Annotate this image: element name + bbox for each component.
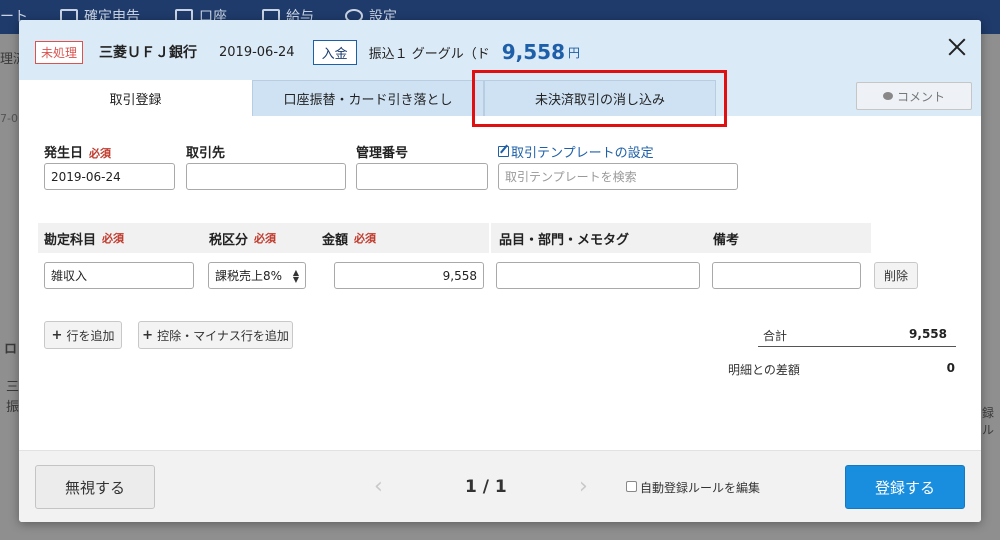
amount-input[interactable]: [334, 262, 484, 289]
page-indicator: 1 / 1: [465, 477, 507, 497]
ignore-button[interactable]: 無視する: [35, 465, 155, 509]
comment-icon: [882, 92, 893, 100]
close-icon[interactable]: [944, 34, 970, 60]
total-label: 合計: [763, 329, 788, 343]
ref-number-label: 管理番号: [356, 146, 409, 161]
tab-settle-unpaid[interactable]: 未決済取引の消し込み: [484, 80, 716, 116]
delete-row-button[interactable]: 削除: [874, 262, 918, 289]
date-input[interactable]: [44, 163, 175, 190]
required-mark: 必須: [102, 232, 125, 245]
transaction-date: 2019-06-24: [219, 44, 295, 60]
partner-input[interactable]: [186, 163, 346, 190]
tab-transfer-card[interactable]: 口座振替・カード引き落とし: [252, 80, 484, 116]
tax-select[interactable]: 課税売上8% ▲ ▼: [208, 262, 306, 289]
prev-page-icon[interactable]: ‹: [374, 473, 383, 501]
auto-rule-label[interactable]: 自動登録ルールを編集: [640, 479, 760, 496]
register-button[interactable]: 登録する: [845, 465, 965, 509]
bg-fragment: 三: [6, 380, 20, 395]
column-header-tags: 品目・部門・メモタグ: [491, 223, 707, 253]
tags-input[interactable]: [496, 262, 700, 289]
transaction-description: 振込１ グーグル（ド: [368, 46, 490, 62]
modal-header: 未処理 三菱ＵＦＪ銀行 2019-06-24 入金 振込１ グーグル（ド 9,5…: [19, 20, 981, 127]
currency-label: 円: [568, 45, 581, 60]
next-page-icon[interactable]: ›: [579, 473, 588, 501]
template-settings-link[interactable]: 取引テンプレートの設定: [498, 142, 654, 161]
bg-fragment: 録ル: [982, 406, 995, 437]
total-value: 9,558: [909, 327, 947, 341]
partner-label: 取引先: [186, 146, 226, 161]
transaction-modal: 未処理 三菱ＵＦＪ銀行 2019-06-24 入金 振込１ グーグル（ド 9,5…: [19, 20, 981, 522]
plus-icon: +: [142, 327, 154, 343]
add-row-button[interactable]: + 行を追加: [44, 321, 122, 349]
required-mark: 必須: [354, 232, 377, 245]
status-badge: 未処理: [35, 40, 84, 64]
ref-number-input[interactable]: [356, 163, 488, 190]
type-badge: 入金: [312, 39, 357, 65]
bank-name: 三菱ＵＦＪ銀行: [99, 45, 198, 61]
note-input[interactable]: [712, 262, 861, 289]
template-search-input[interactable]: [498, 163, 738, 190]
transaction-amount: 9,558: [501, 40, 565, 64]
difference-value: 0: [946, 361, 955, 375]
date-label: 発生日 必須: [44, 146, 112, 161]
account-input[interactable]: [44, 262, 194, 289]
required-mark: 必須: [254, 232, 277, 245]
plus-icon: +: [51, 327, 63, 343]
required-mark: 必須: [89, 147, 112, 160]
column-header-note: 備考: [707, 223, 871, 253]
transaction-summary: 未処理 三菱ＵＦＪ銀行 2019-06-24 入金 振込１ グーグル（ド 9,5…: [35, 39, 581, 65]
edit-icon: [498, 146, 509, 157]
bg-fragment: ロ: [4, 342, 18, 357]
difference-label: 明細との差額: [728, 363, 800, 377]
comment-button[interactable]: コメント: [856, 82, 972, 110]
column-header-account: 勘定科目 必須: [38, 223, 203, 253]
bg-fragment: 振: [6, 400, 20, 415]
column-header-amount: 金額 必須: [316, 223, 489, 253]
tab-register[interactable]: 取引登録: [19, 80, 252, 116]
summary-divider: [758, 346, 956, 347]
modal-footer: 無視する ‹ 1 / 1 › 自動登録ルールを編集 登録する: [19, 450, 981, 522]
select-arrows-icon: ▲ ▼: [292, 268, 299, 284]
add-deduction-row-button[interactable]: + 控除・マイナス行を追加: [138, 321, 293, 349]
auto-rule-checkbox[interactable]: [626, 481, 637, 492]
column-header-tax: 税区分 必須: [203, 223, 316, 253]
